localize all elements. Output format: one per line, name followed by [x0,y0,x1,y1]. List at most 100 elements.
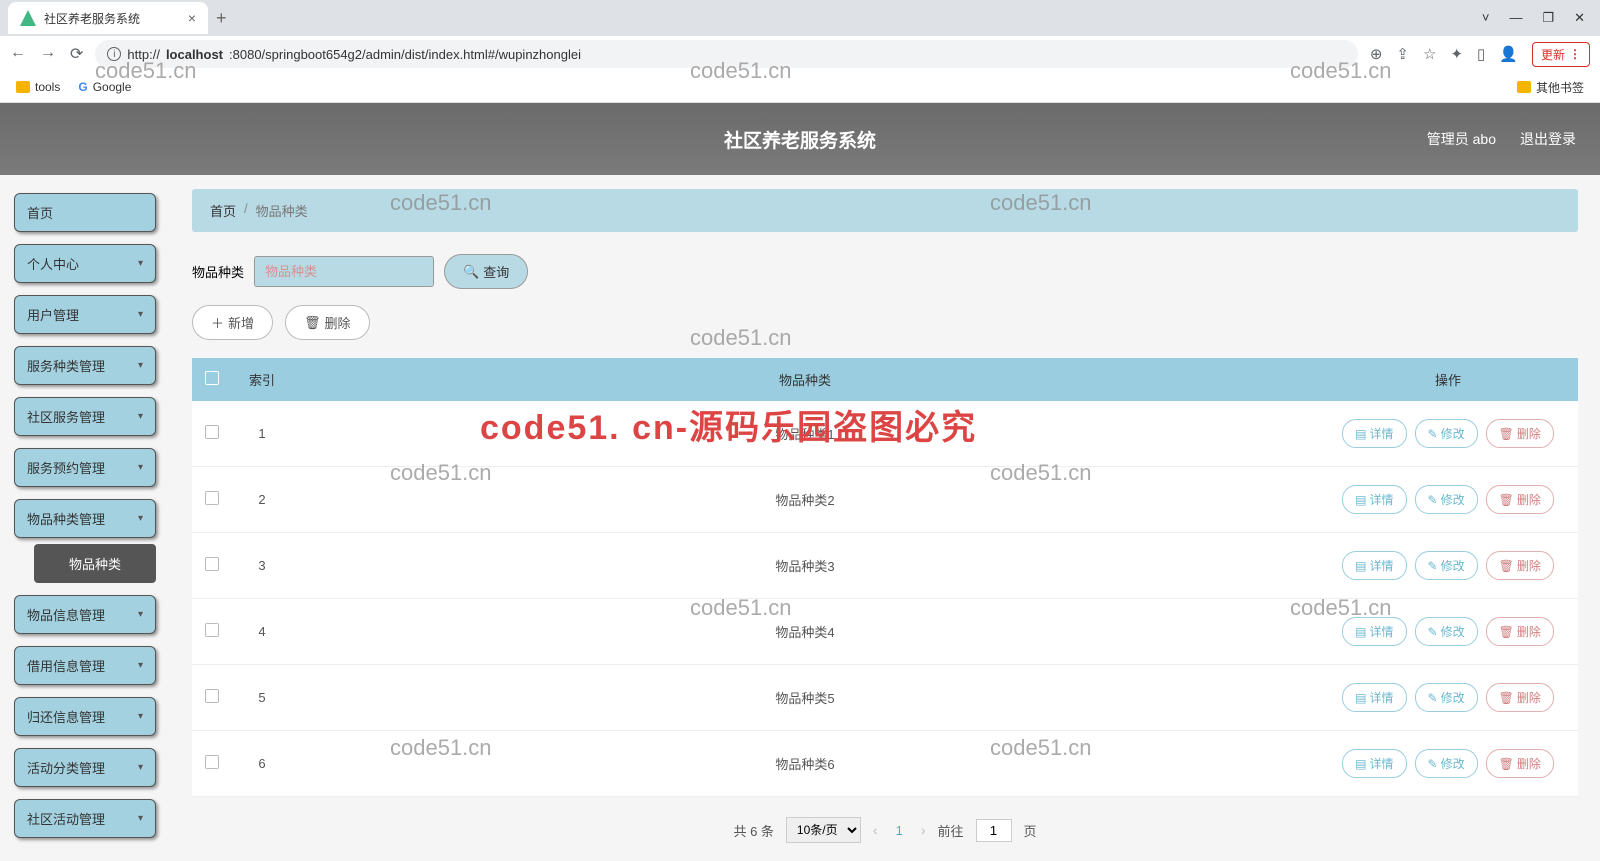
row-delete-button[interactable]: 🗑删除 [1486,683,1554,712]
table-row: 2物品种类2▤详情✎修改🗑删除 [192,467,1578,533]
sidebar-item[interactable]: 首页 [14,193,156,232]
doc-icon: ▤ [1355,559,1366,573]
data-table: 索引 物品种类 操作 1物品种类1▤详情✎修改🗑删除2物品种类2▤详情✎修改🗑删… [192,358,1578,797]
detail-button[interactable]: ▤详情 [1342,683,1406,712]
pager-total: 共 6 条 [733,821,773,840]
minimize-icon[interactable]: — [1509,10,1522,26]
profile-icon[interactable]: 👤 [1499,45,1518,63]
sidebar-item[interactable]: 服务预约管理▾ [14,448,156,487]
search-input[interactable] [254,256,434,287]
row-delete-button[interactable]: 🗑删除 [1486,749,1554,778]
close-icon[interactable]: × [188,10,196,26]
forward-icon[interactable]: → [40,44,56,64]
edit-button[interactable]: ✎修改 [1415,749,1478,778]
trash-icon: 🗑 [304,315,321,331]
bookmarks-bar: tools GGoogle 其他书签 [0,72,1600,102]
sidebar-item[interactable]: 个人中心▾ [14,244,156,283]
star-icon[interactable]: ☆ [1423,45,1436,63]
next-page-icon[interactable]: › [921,822,926,838]
bookmark-other[interactable]: 其他书签 [1517,79,1584,96]
checkbox[interactable] [205,491,219,505]
breadcrumb-current: 物品种类 [256,201,308,220]
checkbox[interactable] [205,425,219,439]
page-size-select[interactable]: 10条/页 [786,817,861,843]
detail-button[interactable]: ▤详情 [1342,419,1406,448]
edit-icon: ✎ [1428,427,1438,441]
sidebar-item[interactable]: 社区活动管理▾ [14,799,156,838]
query-button[interactable]: 🔍查询 [444,254,528,289]
breadcrumb: 首页 / 物品种类 [192,189,1578,232]
search-icon[interactable]: ⊕ [1370,45,1383,63]
plus-icon: ＋ [211,313,224,332]
add-button[interactable]: ＋新增 [192,305,273,340]
edit-button[interactable]: ✎修改 [1415,683,1478,712]
reload-icon[interactable]: ⟳ [70,44,83,64]
sidebar-item[interactable]: 用户管理▾ [14,295,156,334]
sidebar-item[interactable]: 活动分类管理▾ [14,748,156,787]
maximize-icon[interactable]: ❐ [1542,10,1554,26]
share-icon[interactable]: ⇪ [1396,45,1409,63]
logout-link[interactable]: 退出登录 [1520,129,1576,149]
cell-index: 5 [232,665,292,731]
back-icon[interactable]: ← [10,44,26,64]
chevron-down-icon: ▾ [138,258,143,269]
puzzle-icon[interactable]: ✦ [1450,45,1463,63]
bookmark-tools[interactable]: tools [16,80,60,94]
row-delete-button[interactable]: 🗑删除 [1486,551,1554,580]
chevron-down-icon: ▾ [138,660,143,671]
info-icon[interactable]: i [107,47,121,61]
page-number[interactable]: 1 [890,823,909,838]
checkbox[interactable] [205,689,219,703]
detail-button[interactable]: ▤详情 [1342,617,1406,646]
chevron-down-icon: ▾ [138,411,143,422]
breadcrumb-home[interactable]: 首页 [210,201,236,220]
trash-icon: 🗑 [1499,427,1514,441]
bookmark-google[interactable]: GGoogle [78,80,131,94]
delete-button[interactable]: 🗑删除 [285,305,370,340]
edit-icon: ✎ [1428,625,1438,639]
edit-icon: ✎ [1428,493,1438,507]
sidebar-item[interactable]: 归还信息管理▾ [14,697,156,736]
close-window-icon[interactable]: ✕ [1574,10,1585,26]
sidebar-item[interactable]: 物品信息管理▾ [14,595,156,634]
main-content: 首页 / 物品种类 物品种类 🔍查询 ＋新增 🗑删除 索引 物品种类 操作 1物… [170,175,1600,861]
cell-name: 物品种类5 [292,665,1318,731]
edit-button[interactable]: ✎修改 [1415,617,1478,646]
checkbox-all[interactable] [205,371,219,385]
chevron-down-icon: ▾ [138,711,143,722]
trash-icon: 🗑 [1499,757,1514,771]
sidebar-item[interactable]: 社区服务管理▾ [14,397,156,436]
checkbox[interactable] [205,557,219,571]
detail-button[interactable]: ▤详情 [1342,749,1406,778]
edit-button[interactable]: ✎修改 [1415,419,1478,448]
cell-index: 2 [232,467,292,533]
table-row: 4物品种类4▤详情✎修改🗑删除 [192,599,1578,665]
doc-icon: ▤ [1355,757,1366,771]
edit-button[interactable]: ✎修改 [1415,551,1478,580]
row-delete-button[interactable]: 🗑删除 [1486,419,1554,448]
breadcrumb-sep: / [244,201,248,220]
detail-button[interactable]: ▤详情 [1342,551,1406,580]
chevron-down-icon[interactable]: ˅ [1482,10,1490,26]
sidebar-subitem[interactable]: 物品种类 [34,544,156,583]
prev-page-icon[interactable]: ‹ [873,822,878,838]
row-delete-button[interactable]: 🗑删除 [1486,617,1554,646]
update-button[interactable]: 更新 ⋮ [1532,42,1590,67]
checkbox[interactable] [205,623,219,637]
edit-button[interactable]: ✎修改 [1415,485,1478,514]
browser-tab[interactable]: 社区养老服务系统 × [8,2,208,34]
sidebar-item[interactable]: 借用信息管理▾ [14,646,156,685]
checkbox[interactable] [205,755,219,769]
sidebar-item[interactable]: 物品种类管理▾ [14,499,156,538]
row-delete-button[interactable]: 🗑删除 [1486,485,1554,514]
doc-icon: ▤ [1355,427,1366,441]
chevron-down-icon: ▾ [138,462,143,473]
detail-button[interactable]: ▤详情 [1342,485,1406,514]
goto-input[interactable] [976,819,1012,842]
admin-label[interactable]: 管理员 abo [1427,129,1496,149]
new-tab-button[interactable]: + [216,8,227,29]
url-input[interactable]: i http://localhost:8080/springboot654g2/… [95,40,1357,68]
panel-icon[interactable]: ▯ [1477,45,1485,63]
folder-icon [16,81,30,93]
sidebar-item[interactable]: 服务种类管理▾ [14,346,156,385]
